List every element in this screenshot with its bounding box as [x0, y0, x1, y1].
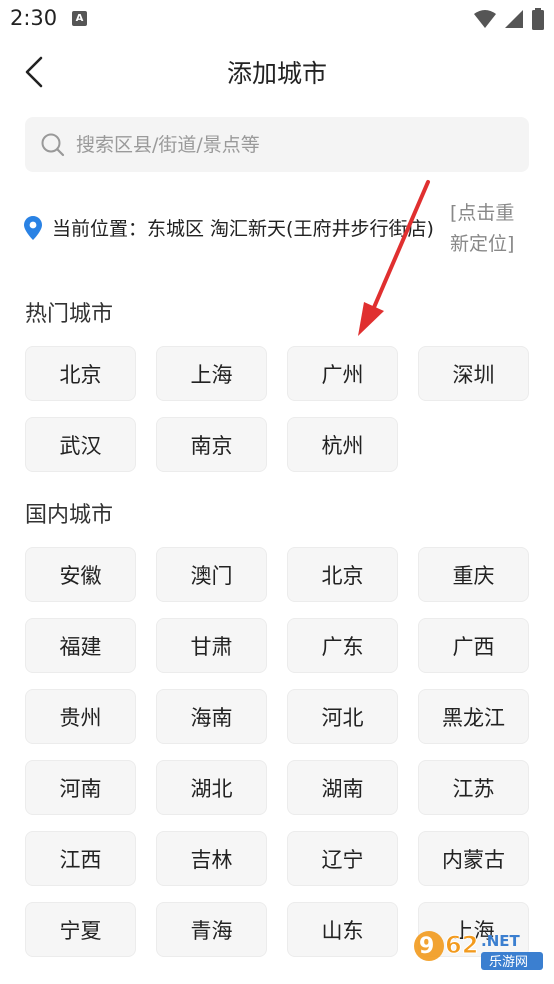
- domestic-city-chip[interactable]: 黑龙江: [418, 689, 529, 744]
- domestic-city-chip[interactable]: 北京: [287, 547, 398, 602]
- hot-city-chip[interactable]: 南京: [156, 417, 267, 472]
- domestic-city-chip[interactable]: 青海: [156, 902, 267, 957]
- wifi-icon: [474, 10, 496, 28]
- domestic-city-chip[interactable]: 江苏: [418, 760, 529, 815]
- status-bar: 2:30 A: [0, 0, 554, 38]
- domestic-city-chip[interactable]: 内蒙古: [418, 831, 529, 886]
- search-icon: [40, 132, 66, 158]
- relocate-button[interactable]: [点击重新定位]: [450, 198, 530, 260]
- header: 添加城市: [0, 38, 554, 108]
- hot-city-chip[interactable]: 上海: [156, 346, 267, 401]
- domestic-city-chip[interactable]: 辽宁: [287, 831, 398, 886]
- domestic-city-chip[interactable]: 河南: [25, 760, 136, 815]
- search-input[interactable]: [74, 132, 498, 157]
- status-time: 2:30: [10, 6, 58, 30]
- domestic-city-chip[interactable]: 湖北: [156, 760, 267, 815]
- battery-icon: [532, 8, 544, 30]
- hot-city-chip[interactable]: 杭州: [287, 417, 398, 472]
- domestic-city-chip[interactable]: 澳门: [156, 547, 267, 602]
- page-title: 添加城市: [226, 59, 327, 88]
- domestic-city-chip[interactable]: 山东: [287, 902, 398, 957]
- domestic-city-chip[interactable]: 吉林: [156, 831, 267, 886]
- status-icons: [474, 8, 544, 30]
- domestic-city-chip[interactable]: 贵州: [25, 689, 136, 744]
- svg-text:.NET: .NET: [481, 932, 520, 950]
- domestic-city-chip[interactable]: 江西: [25, 831, 136, 886]
- domestic-city-chip[interactable]: 宁夏: [25, 902, 136, 957]
- domestic-city-chip[interactable]: 安徽: [25, 547, 136, 602]
- domestic-city-chip[interactable]: 重庆: [418, 547, 529, 602]
- current-location-text: 当前位置：东城区 淘汇新天(王府井步行街店): [52, 218, 434, 240]
- location-pin-icon: [24, 216, 42, 240]
- hot-city-chip[interactable]: 武汉: [25, 417, 136, 472]
- domestic-city-chip[interactable]: 海南: [156, 689, 267, 744]
- domestic-city-chip[interactable]: 甘肃: [156, 618, 267, 673]
- svg-text:乐游网: 乐游网: [489, 955, 528, 970]
- svg-text:9: 9: [419, 934, 434, 959]
- hot-city-chip[interactable]: 广州: [287, 346, 398, 401]
- location-row: 当前位置：东城区 淘汇新天(王府井步行街店) [点击重新定位]: [24, 198, 530, 258]
- hot-cities-title: 热门城市: [25, 302, 114, 327]
- domestic-city-chip[interactable]: 广东: [287, 618, 398, 673]
- hot-city-chip[interactable]: 深圳: [418, 346, 529, 401]
- domestic-cities-grid: 安徽 澳门 北京 重庆福建 甘肃 广东 广西贵州 海南 河北 黑龙江河南 湖北 湖南 江苏江西 吉林 辽宁内…: [25, 547, 531, 957]
- hot-cities-grid: 北京 上海 广州 深圳武汉 南京 杭州: [25, 346, 531, 472]
- domestic-cities-title: 国内城市: [25, 503, 114, 528]
- domestic-city-chip[interactable]: 福建: [25, 618, 136, 673]
- domestic-city-chip[interactable]: 湖南: [287, 760, 398, 815]
- watermark-logo: 9 62 .NET 乐游网: [413, 916, 548, 976]
- hot-city-chip[interactable]: 北京: [25, 346, 136, 401]
- signal-icon: [505, 10, 523, 28]
- domestic-city-chip[interactable]: 广西: [418, 618, 529, 673]
- notification-icon: A: [72, 11, 87, 26]
- domestic-city-chip[interactable]: 河北: [287, 689, 398, 744]
- svg-text:62: 62: [445, 931, 478, 959]
- search-box[interactable]: [25, 117, 529, 172]
